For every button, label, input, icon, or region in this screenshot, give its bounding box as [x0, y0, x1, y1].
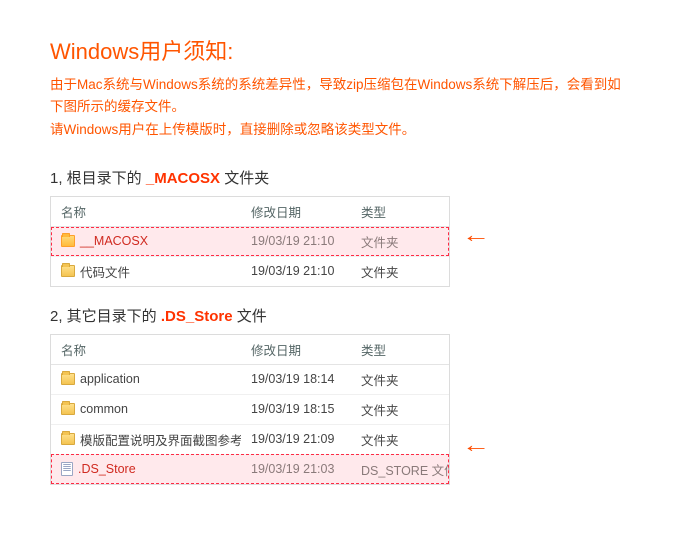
table-2-wrap: 名称 修改日期 类型 application19/03/19 18:14文件夹c…	[50, 334, 630, 485]
col-type: 类型	[351, 335, 449, 364]
table-row: __MACOSX 19/03/19 21:10文件夹	[51, 227, 449, 256]
table-row: 代码文件 19/03/19 21:10文件夹	[51, 256, 449, 286]
cell-type: 文件夹	[351, 395, 449, 424]
file-name: 代码文件	[80, 262, 130, 281]
table-2: 名称 修改日期 类型 application19/03/19 18:14文件夹c…	[50, 334, 450, 485]
col-name: 名称	[51, 197, 241, 226]
folder-icon	[61, 403, 75, 415]
description-line1: 由于Mac系统与Windows系统的系统差异性，导致zip压缩包在Windows…	[50, 77, 621, 114]
cell-type: 文件夹	[351, 365, 449, 394]
folder-icon	[61, 235, 75, 247]
file-name: __MACOSX	[80, 234, 148, 248]
col-name: 名称	[51, 335, 241, 364]
folder-icon	[61, 433, 75, 445]
file-icon	[61, 462, 73, 476]
cell-date: 19/03/19 21:03	[241, 457, 351, 481]
section-1-suffix: 文件夹	[220, 170, 269, 187]
cell-name: __MACOSX	[51, 229, 241, 253]
table-2-body: application19/03/19 18:14文件夹common19/03/…	[51, 365, 449, 484]
table-row: .DS_Store 19/03/19 21:03DS_STORE 文件	[51, 454, 449, 484]
folder-icon	[61, 265, 75, 277]
section-1-heading: 1, 根目录下的 _MACOSX 文件夹	[50, 167, 630, 188]
arrow-icon: ←	[462, 224, 491, 246]
file-name: common	[80, 402, 128, 416]
cell-name: 模版配置说明及界面截图参考	[51, 425, 241, 454]
cell-name: application	[51, 367, 241, 391]
description: 由于Mac系统与Windows系统的系统差异性，导致zip压缩包在Windows…	[50, 74, 630, 141]
cell-type: 文件夹	[351, 257, 449, 286]
table-header: 名称 修改日期 类型	[51, 335, 449, 365]
cell-type: DS_STORE 文件	[351, 455, 449, 484]
cell-type: 文件夹	[351, 425, 449, 454]
file-name: 模版配置说明及界面截图参考	[80, 430, 241, 449]
folder-icon	[61, 373, 75, 385]
cell-date: 19/03/19 21:10	[241, 229, 351, 253]
section-2-highlight: .DS_Store	[161, 308, 233, 325]
description-line2: 请Windows用户在上传模版时，直接删除或忽略该类型文件。	[50, 122, 415, 137]
cell-name: 代码文件	[51, 257, 241, 286]
cell-date: 19/03/19 21:09	[241, 427, 351, 451]
section-2-prefix: 2, 其它目录下的	[50, 308, 161, 325]
table-row: application 19/03/19 18:14文件夹	[51, 365, 449, 394]
table-1-wrap: 名称 修改日期 类型 __MACOSX19/03/19 21:10文件夹代码文件…	[50, 196, 630, 287]
cell-date: 19/03/19 18:15	[241, 397, 351, 421]
table-header: 名称 修改日期 类型	[51, 197, 449, 227]
arrow-icon: ←	[462, 434, 491, 456]
section-2-suffix: 文件	[233, 308, 267, 325]
file-name: application	[80, 372, 140, 386]
page-title: Windows用户须知:	[50, 34, 630, 66]
table-row: 模版配置说明及界面截图参考19/03/19 21:09文件夹	[51, 424, 449, 454]
cell-name: .DS_Store	[51, 457, 241, 481]
col-type: 类型	[351, 197, 449, 226]
cell-date: 19/03/19 18:14	[241, 367, 351, 391]
section-2-heading: 2, 其它目录下的 .DS_Store 文件	[50, 305, 630, 326]
section-1-prefix: 1, 根目录下的	[50, 170, 146, 187]
table-1: 名称 修改日期 类型 __MACOSX19/03/19 21:10文件夹代码文件…	[50, 196, 450, 287]
cell-type: 文件夹	[351, 227, 449, 256]
table-row: common 19/03/19 18:15文件夹	[51, 394, 449, 424]
cell-date: 19/03/19 21:10	[241, 259, 351, 283]
file-name: .DS_Store	[78, 462, 136, 476]
section-1-highlight: _MACOSX	[146, 170, 220, 187]
col-date: 修改日期	[241, 197, 351, 226]
table-1-body: __MACOSX19/03/19 21:10文件夹代码文件19/03/19 21…	[51, 227, 449, 286]
col-date: 修改日期	[241, 335, 351, 364]
cell-name: common	[51, 397, 241, 421]
